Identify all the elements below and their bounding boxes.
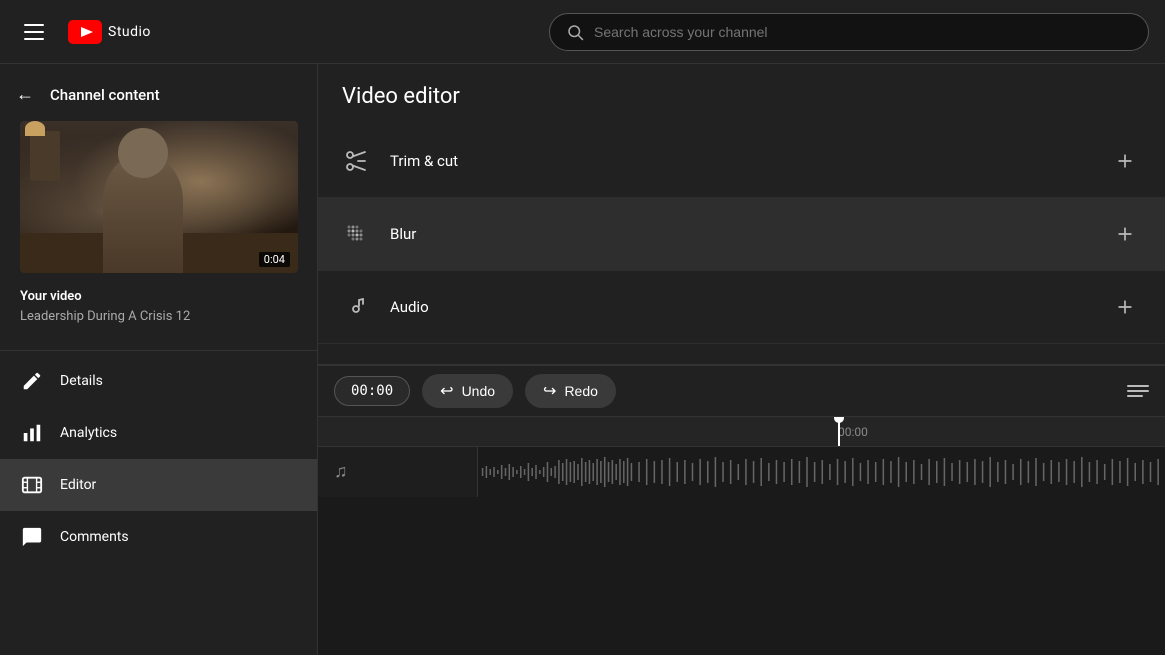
chart-icon <box>20 421 44 445</box>
playhead-dot <box>834 417 844 423</box>
tool-item-blur[interactable]: Blur <box>318 198 1165 271</box>
timeline-area[interactable]: 00:00 01:00 ♫ <box>318 417 1165 655</box>
video-title: Leadership During A Crisis 12 <box>20 308 297 326</box>
redo-label: Redo <box>564 383 597 399</box>
timeline-right <box>1127 385 1149 397</box>
redo-button[interactable]: ↪ Redo <box>525 374 616 408</box>
undo-label: Undo <box>462 383 495 399</box>
sidebar-item-label-details: Details <box>60 373 103 389</box>
waveform-track-label: ♫ <box>318 447 478 497</box>
film-icon <box>20 473 44 497</box>
sidebar-item-analytics[interactable]: Analytics <box>0 407 317 459</box>
tool-item-audio[interactable]: Audio <box>318 271 1165 344</box>
timecode-display: 00:00 <box>334 376 410 406</box>
undo-icon: ↩ <box>440 381 453 401</box>
sidebar-item-editor[interactable]: Editor <box>0 459 317 511</box>
studio-label: Studio <box>108 24 151 40</box>
add-end-screen-button[interactable] <box>1109 364 1141 365</box>
sidebar-item-details[interactable]: Details <box>0 355 317 407</box>
editor-panel: Trim & cut <box>318 125 1165 655</box>
tools-list: Trim & cut <box>318 125 1165 365</box>
video-thumbnail-container: 0:04 <box>20 121 297 273</box>
undo-button[interactable]: ↩ Undo <box>422 374 513 408</box>
tool-label-audio: Audio <box>390 298 1089 316</box>
main-content: Video editor Trim & cut <box>318 64 1165 655</box>
tool-label-blur: Blur <box>390 225 1089 243</box>
sidebar-item-label-analytics: Analytics <box>60 425 117 441</box>
ruler-mark-0000: 00:00 <box>838 425 868 439</box>
logo-area: Studio <box>68 20 151 44</box>
playhead[interactable] <box>838 417 840 446</box>
main-layout: ← Channel content 0:04 Your video Leader… <box>0 64 1165 655</box>
blur-icon <box>342 220 370 248</box>
search-bar[interactable] <box>549 13 1149 51</box>
your-video-label: Your video <box>20 289 297 304</box>
search-input[interactable] <box>594 24 1132 40</box>
top-navigation: Studio <box>0 0 1165 64</box>
sidebar-item-label-comments: Comments <box>60 529 129 545</box>
waveform-row: ♫ <box>318 447 1165 497</box>
add-trim-cut-button[interactable] <box>1109 145 1141 177</box>
timeline-ruler: 00:00 01:00 <box>318 417 1165 447</box>
tool-item-end-screen[interactable]: End screen <box>318 344 1165 365</box>
back-header[interactable]: ← Channel content <box>0 64 317 121</box>
sidebar-divider <box>0 350 317 351</box>
tool-label-trim-cut: Trim & cut <box>390 152 1089 170</box>
video-duration-badge: 0:04 <box>259 252 290 267</box>
youtube-logo-icon <box>68 20 102 44</box>
music-note-icon: ♫ <box>334 461 348 482</box>
redo-icon: ↪ <box>543 381 556 401</box>
audio-icon <box>342 293 370 321</box>
sidebar-item-label-editor: Editor <box>60 477 96 493</box>
hamburger-menu[interactable] <box>16 16 52 48</box>
search-icon <box>566 23 584 41</box>
add-audio-button[interactable] <box>1109 291 1141 323</box>
page-title: Video editor <box>342 84 1141 109</box>
waveform-track[interactable] <box>478 447 1165 497</box>
video-thumbnail: 0:04 <box>20 121 298 273</box>
waveform-visualization <box>478 454 1165 490</box>
scissors-icon <box>342 147 370 175</box>
sidebar-item-comments[interactable]: Comments <box>0 511 317 563</box>
sidebar-nav: Details Analytics <box>0 355 317 563</box>
page-title-area: Video editor <box>318 64 1165 125</box>
video-info: Your video Leadership During A Crisis 12 <box>0 289 317 346</box>
back-label: Channel content <box>50 86 160 104</box>
sidebar: ← Channel content 0:04 Your video Leader… <box>0 64 318 655</box>
timeline-settings-icon[interactable] <box>1127 385 1149 397</box>
back-arrow-icon: ← <box>16 84 34 105</box>
tool-item-trim-cut[interactable]: Trim & cut <box>318 125 1165 198</box>
comment-icon <box>20 525 44 549</box>
pencil-icon <box>20 369 44 393</box>
timeline-controls: 00:00 ↩ Undo ↪ Redo <box>318 365 1165 417</box>
add-blur-button[interactable] <box>1109 218 1141 250</box>
